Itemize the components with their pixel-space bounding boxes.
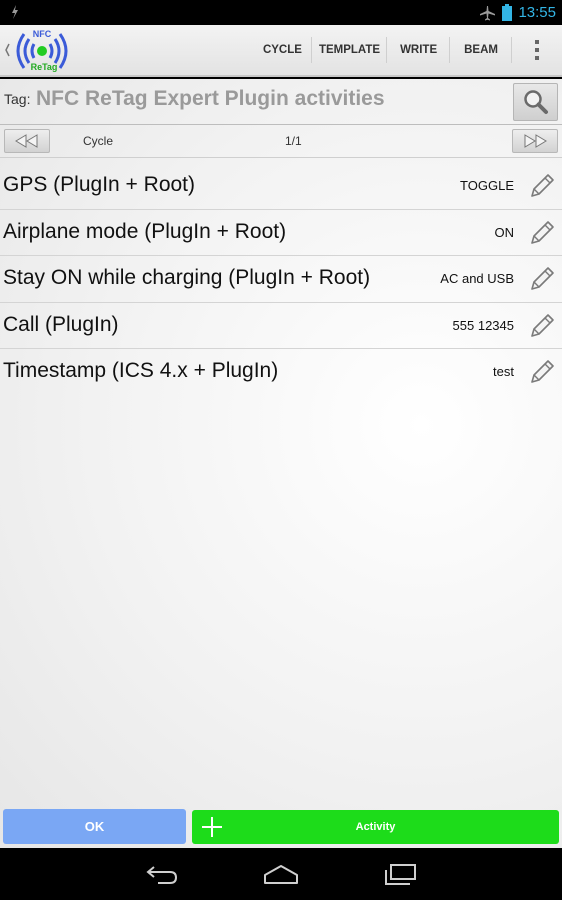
activity-value: 555 12345	[452, 317, 514, 333]
tag-title[interactable]: NFC ReTag Expert Plugin activities	[36, 87, 385, 111]
plus-icon	[202, 817, 222, 837]
logo-text-top: NFC	[33, 29, 52, 39]
fast-forward-icon	[524, 134, 547, 148]
ok-button[interactable]: OK	[3, 809, 186, 844]
activity-name: Airplane mode (PlugIn + Root)	[3, 219, 287, 243]
activity-value: ON	[494, 224, 515, 240]
cycle-navigation: Cycle 1/1	[0, 126, 562, 158]
back-icon[interactable]	[144, 860, 180, 888]
activity-name: Stay ON while charging (PlugIn + Root)	[3, 266, 371, 289]
overflow-menu-icon[interactable]	[512, 25, 562, 75]
activity-name: GPS (PlugIn + Root)	[3, 173, 196, 196]
add-activity-label: Activity	[355, 821, 396, 833]
action-cycle-button[interactable]: CYCLE	[253, 25, 312, 75]
action-beam-button[interactable]: BEAM	[450, 25, 512, 75]
pencil-edit-icon[interactable]	[527, 218, 557, 248]
page-indicator: 1/1	[285, 134, 302, 148]
pencil-edit-icon[interactable]	[527, 264, 557, 294]
activity-value: AC and USB	[440, 271, 514, 286]
airplane-icon	[480, 5, 496, 20]
pencil-edit-icon[interactable]	[527, 311, 557, 341]
activity-row[interactable]: Stay ON while charging (PlugIn + Root) A…	[0, 256, 562, 303]
activity-name: Call (PlugIn)	[3, 312, 119, 336]
activity-value: test	[493, 364, 514, 379]
action-template-button[interactable]: TEMPLATE	[312, 25, 388, 75]
add-activity-button[interactable]: Activity	[192, 810, 559, 844]
nfc-retag-logo[interactable]: NFC ReTag	[2, 26, 82, 76]
action-bar: NFC ReTag CYCLE TEMPLATE WRITE BEAM	[0, 25, 562, 77]
search-icon	[523, 90, 548, 114]
notification-icon	[12, 5, 18, 19]
pencil-edit-icon[interactable]	[527, 357, 557, 387]
home-icon[interactable]	[262, 860, 300, 888]
activity-value: TOGGLE	[460, 178, 514, 193]
next-button[interactable]	[512, 129, 558, 153]
rewind-icon	[15, 134, 38, 148]
activity-row[interactable]: GPS (PlugIn + Root) TOGGLE	[0, 163, 562, 210]
battery-icon	[502, 4, 513, 21]
recent-apps-icon[interactable]	[382, 860, 418, 888]
main-content: Tag: NFC ReTag Expert Plugin activities …	[0, 79, 562, 848]
system-navigation-bar	[0, 848, 562, 900]
clock: 13:55	[518, 4, 556, 21]
activity-row[interactable]: Timestamp (ICS 4.x + PlugIn) test	[0, 349, 562, 396]
action-write-button[interactable]: WRITE	[387, 25, 451, 75]
activity-row[interactable]: Airplane mode (PlugIn + Root) ON	[0, 210, 562, 256]
action-items: CYCLE TEMPLATE WRITE BEAM	[253, 25, 562, 75]
cycle-mode-label: Cycle	[83, 134, 114, 148]
logo-text-bottom: ReTag	[31, 62, 58, 72]
activity-list: GPS (PlugIn + Root) TOGGLE Airplane mode…	[0, 163, 562, 396]
tag-label: Tag:	[4, 91, 31, 107]
tag-row: Tag: NFC ReTag Expert Plugin activities	[0, 79, 562, 125]
activity-name: Timestamp (ICS 4.x + PlugIn)	[3, 359, 279, 382]
activity-row[interactable]: Call (PlugIn) 555 12345	[0, 303, 562, 349]
search-button[interactable]	[513, 83, 558, 121]
previous-button[interactable]	[4, 129, 50, 153]
status-bar: 13:55	[0, 0, 562, 25]
pencil-edit-icon[interactable]	[527, 171, 557, 201]
